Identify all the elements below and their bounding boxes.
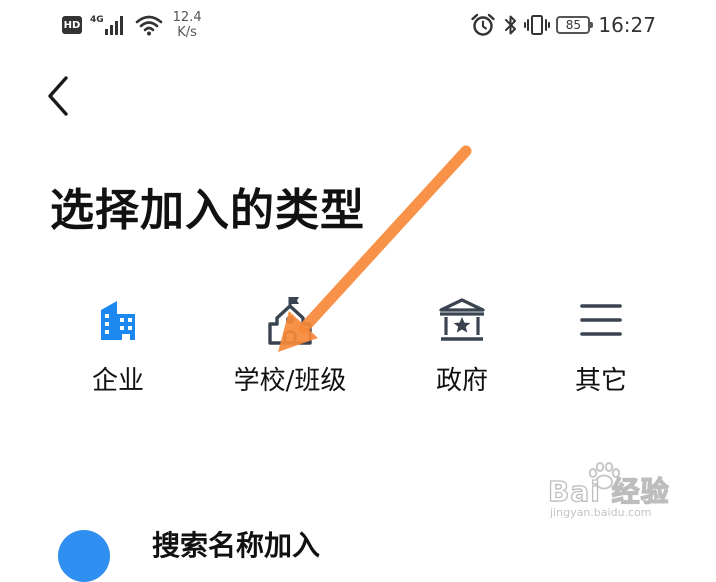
speed-unit: K/s <box>177 25 197 40</box>
signal-bars-icon <box>104 16 123 35</box>
network-type: 4G <box>90 15 104 25</box>
type-label-other: 其它 <box>574 366 627 396</box>
government-icon <box>439 298 485 341</box>
network-speed: 12.4 K/s <box>173 10 202 40</box>
cellular-signal: 4G <box>90 15 127 35</box>
type-option-enterprise[interactable]: 企业 <box>48 290 188 397</box>
chevron-left-icon <box>48 76 68 116</box>
battery-indicator: 85 <box>556 16 594 34</box>
type-label-government: 政府 <box>435 366 488 396</box>
watermark-main: Bai 经验 <box>547 474 670 508</box>
type-label-school-class: 学校/班级 <box>233 366 347 396</box>
speed-value: 12.4 <box>172 10 202 25</box>
wifi-icon <box>135 15 162 36</box>
annotation-arrow <box>278 145 472 352</box>
bluetooth-icon <box>505 15 517 35</box>
building-icon <box>101 301 135 340</box>
status-right: 85 16:27 <box>470 8 656 42</box>
status-left: HD 4G 12.4 K/s <box>62 8 202 42</box>
status-time: 16:27 <box>598 13 656 37</box>
page-title: 选择加入的类型 <box>50 185 365 236</box>
type-label-enterprise: 企业 <box>91 366 144 396</box>
alarm-icon <box>471 13 496 36</box>
menu-icon <box>580 304 622 336</box>
type-option-government[interactable]: 政府 <box>392 290 532 397</box>
status-bar: HD 4G 12.4 K/s 85 16:27 <box>0 0 716 50</box>
school-icon <box>268 297 312 345</box>
baidu-watermark: Bai 经验 jingyan.baidu.com <box>538 462 678 522</box>
search-join-label[interactable]: 搜索名称加入 <box>152 524 320 564</box>
back-button[interactable] <box>36 72 80 120</box>
type-option-school-class[interactable]: 学校/班级 <box>220 290 360 397</box>
type-option-other[interactable]: 其它 <box>531 290 671 397</box>
hd-badge: HD <box>62 16 82 34</box>
search-join-avatar[interactable] <box>58 530 110 582</box>
vibrate-icon <box>524 15 551 35</box>
join-type-options: 企业 学校/班级 政府 其它 <box>0 290 716 400</box>
watermark-sub: jingyan.baidu.com <box>550 506 652 519</box>
